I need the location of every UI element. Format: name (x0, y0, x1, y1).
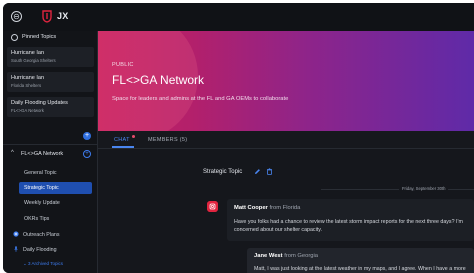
unread-dot (131, 135, 135, 138)
sidebar-item-weekly-update[interactable]: Weekly Update (19, 197, 92, 209)
sidebar: Pinned Topics Hurricane Ian South Georgi… (3, 31, 98, 273)
brand-logo-icon (42, 10, 52, 23)
active-tab-indicator (112, 146, 134, 148)
tab-members[interactable]: MEMBERS (5) (148, 137, 187, 143)
sidebar-item-label: Strategic Topic (24, 185, 59, 191)
add-space-button[interactable]: + (83, 132, 91, 140)
sidebar-item-label: OKRs Tips (24, 216, 50, 222)
brand-name: JX (57, 11, 69, 21)
pinned-topic-title: Daily Flooding Updates (11, 100, 68, 106)
message-body: Matt, I was just looking at the latest w… (254, 266, 466, 272)
thread-title: Strategic Topic (203, 169, 243, 175)
space-group-label: FL<>GA Network (21, 151, 64, 157)
add-topic-button[interactable]: + (83, 150, 91, 158)
sidebar-item-label: General Topic (24, 170, 57, 176)
sidebar-item-label: Outreach Plans (23, 232, 60, 238)
sidebar-item-okrs-tips[interactable]: OKRs Tips (19, 213, 92, 225)
archived-topics-link[interactable]: ⌄ 3 Archived Topics (23, 261, 63, 267)
date-divider (321, 189, 474, 190)
message-body: Have you folks had a chance to review th… (234, 219, 463, 233)
menu-icon[interactable]: ⊖ (11, 11, 22, 22)
edit-icon[interactable] (254, 168, 261, 175)
chevron-up-icon[interactable]: ^ (11, 150, 14, 156)
avatar[interactable] (207, 201, 218, 212)
space-title: FL<>GA Network (112, 73, 205, 87)
trash-icon[interactable] (266, 168, 273, 175)
pinned-topic-card[interactable]: Hurricane Ian Florida Shelters (7, 72, 94, 92)
pinned-topic-title: Hurricane Ian (11, 75, 45, 81)
pinned-topic-title: Hurricane Ian (11, 50, 45, 56)
pinned-topics-label: Pinned Topics (22, 34, 57, 40)
sidebar-item-label: Daily Flooding (23, 247, 57, 253)
sidebar-item-daily-flooding[interactable]: Daily Flooding (3, 244, 98, 256)
date-label: Friday, September 30th (399, 186, 449, 191)
pinned-topic-subtitle: Florida Shelters (11, 83, 42, 88)
space-description: Space for leaders and admins at the FL a… (112, 96, 289, 102)
sidebar-item-strategic-topic[interactable]: Strategic Topic (19, 182, 92, 194)
space-group-header[interactable]: ^ FL<>GA Network + (3, 149, 98, 161)
archived-topics-label: 3 Archived Topics (28, 261, 63, 266)
tab-chat-label: CHAT (114, 137, 130, 143)
sidebar-item-general-topic[interactable]: General Topic (19, 167, 92, 179)
message-card: Jane West from Georgia Matt, I was just … (247, 248, 474, 273)
message-author: Jane West from Georgia (254, 253, 318, 259)
sidebar-item-outreach-plans[interactable]: Outreach Plans (3, 229, 98, 241)
author-name[interactable]: Jane West (254, 253, 283, 259)
tab-members-label: MEMBERS (5) (148, 137, 188, 143)
author-name[interactable]: Matt Cooper (234, 205, 268, 211)
pinned-icon (11, 34, 18, 41)
message-card: Matt Cooper from Florida Have you folks … (227, 199, 474, 241)
message-author: Matt Cooper from Florida (234, 205, 300, 211)
pinned-topic-card[interactable]: Hurricane Ian South Georgia Shelters (7, 47, 94, 67)
pin-icon (14, 246, 18, 252)
tab-bar: CHAT MEMBERS (5) (98, 131, 474, 149)
sidebar-item-label: Weekly Update (24, 200, 60, 206)
pinned-topic-subtitle: FL<>GA Network (11, 108, 44, 113)
top-bar: ⊖ JX (3, 3, 474, 31)
app-window: ⊖ JX Pinned Topics Hurricane Ian South G… (3, 3, 474, 273)
space-banner: PUBLIC FL<>GA Network Space for leaders … (98, 31, 474, 131)
pinned-topics-header: Pinned Topics (3, 31, 98, 45)
author-location: from Florida (269, 205, 301, 211)
author-location: from Georgia (284, 253, 319, 259)
pinned-topic-subtitle: South Georgia Shelters (11, 58, 56, 63)
plus-circle-icon (13, 231, 19, 237)
visibility-label: PUBLIC (112, 62, 134, 68)
tab-chat[interactable]: CHAT (114, 135, 135, 143)
pinned-topic-card[interactable]: Daily Flooding Updates FL<>GA Network (7, 97, 94, 117)
sidebar-divider (3, 144, 98, 145)
